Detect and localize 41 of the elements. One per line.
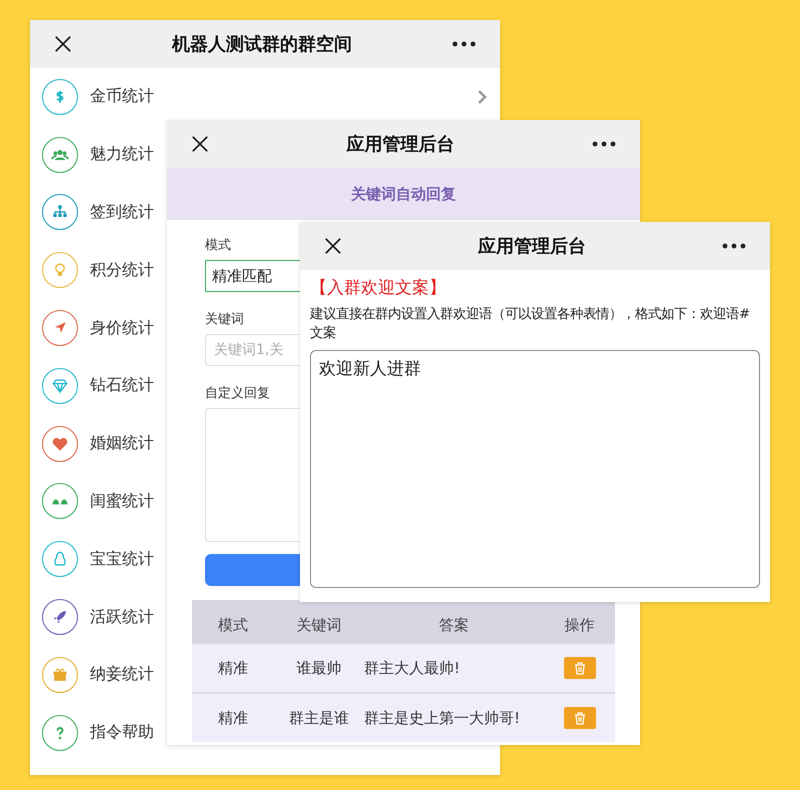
trash-icon (574, 712, 586, 724)
more-icon[interactable] (722, 243, 746, 249)
more-icon[interactable] (592, 141, 616, 147)
table-cell-text: 精准 (217, 708, 249, 728)
more-icon[interactable] (452, 41, 476, 47)
menu-label: 宝宝统计 (90, 548, 154, 570)
window-title: 应用管理后台 (345, 133, 456, 156)
table-cell-text: 群主是谁 (288, 708, 350, 728)
menu-label: 指令帮助 (90, 722, 154, 744)
field-label: 关键词 (205, 311, 244, 328)
column-header: 模式 (217, 616, 249, 634)
trash-icon (574, 662, 586, 674)
menu-label: 钻石统计 (90, 375, 154, 396)
menu-label: 婚姻统计 (90, 433, 154, 454)
window-title: 机器人测试群的群空间 (170, 33, 353, 56)
menu-label: 签到统计 (90, 202, 154, 223)
table-cell-text: 精准 (217, 658, 249, 678)
close-icon[interactable] (191, 135, 209, 153)
menu-label: 魅力统计 (90, 144, 154, 166)
table-cell-text: 谁最帅 (296, 658, 342, 678)
column-header: 答案 (438, 616, 470, 634)
description-text: 建议直接在群内设置入群欢迎语（可以设置各种表情），格式如下：欢迎语#文案 (310, 306, 752, 344)
section-heading: 【入群欢迎文案】 (310, 277, 447, 299)
banner-title: 关键词自动回复 (351, 184, 456, 204)
close-icon[interactable] (54, 35, 72, 53)
menu-label: 活跃统计 (90, 606, 154, 628)
close-icon[interactable] (324, 237, 342, 255)
table-cell-text: 群主是史上第一大帅哥! (364, 708, 522, 728)
chevron-icon (476, 88, 488, 105)
menu-label: 积分统计 (90, 260, 154, 281)
window-title: 应用管理后台 (476, 235, 587, 258)
menu-label: 纳妾统计 (90, 664, 154, 686)
menu-label: 身价统计 (90, 318, 154, 339)
welcome-text-field[interactable]: 欢迎新人进群 (310, 350, 760, 588)
column-header: 关键词 (296, 616, 342, 634)
field-label: 模式 (205, 237, 231, 254)
table-cell-text: 群主大人最帅! (364, 658, 462, 678)
column-header: 操作 (564, 616, 596, 634)
menu-label: 闺蜜统计 (90, 490, 154, 512)
field-label: 自定义回复 (205, 385, 270, 402)
menu-label: 金币统计 (90, 86, 154, 108)
